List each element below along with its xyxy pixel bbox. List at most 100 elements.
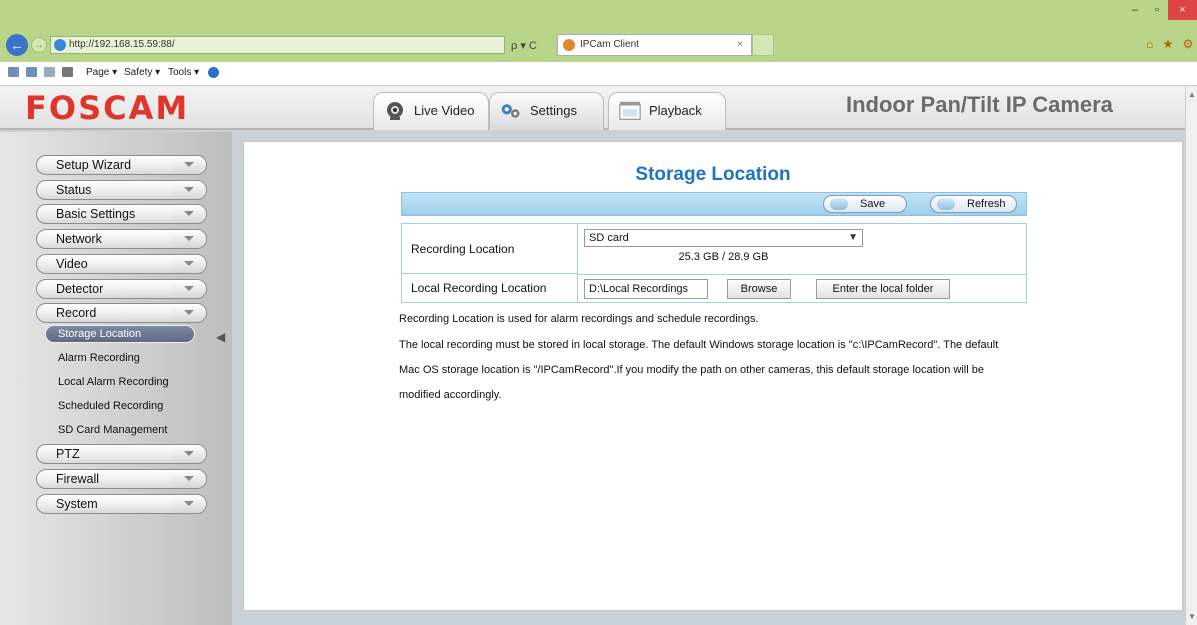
help-text-line: modified accordingly. — [399, 389, 502, 401]
browser-titlebar: – ▫ × — [0, 0, 1197, 28]
sidebar-item-label: Basic Settings — [56, 207, 136, 221]
local-recording-location-label: Local Recording Location — [402, 274, 578, 302]
row-divider — [578, 274, 1026, 275]
scroll-up-icon[interactable]: ▲ — [1188, 90, 1196, 99]
new-tab-button[interactable] — [752, 34, 774, 56]
sidebar-item-label: Firewall — [56, 472, 100, 486]
save-label: Save — [860, 198, 886, 210]
sidebar-item-label: Status — [56, 183, 92, 197]
vertical-scrollbar[interactable]: ▲ ▼ — [1185, 86, 1197, 625]
sidebar-item-label: PTZ — [56, 447, 80, 461]
app-header: FOSCAM Live Video Settings Playback Indo… — [0, 86, 1185, 130]
submenu-item-scheduled-recording[interactable]: Scheduled Recording — [58, 400, 163, 412]
page-menu[interactable]: Page ▾ — [86, 67, 117, 78]
scroll-down-icon[interactable]: ▼ — [1188, 612, 1196, 621]
recording-location-label: Recording Location — [402, 224, 578, 274]
action-toolbar: Save Refresh — [401, 192, 1027, 216]
help-text-line: The local recording must be stored in lo… — [399, 339, 999, 351]
chevron-down-icon — [172, 470, 206, 488]
help-text-line: Recording Location is used for alarm rec… — [399, 313, 759, 325]
tab-playback-label: Playback — [649, 103, 702, 118]
sidebar-item-label: Network — [56, 232, 102, 246]
sidebar-item-status[interactable]: Status — [36, 180, 207, 200]
tab-live-video[interactable]: Live Video — [373, 92, 489, 130]
collapse-arrow-icon[interactable]: ◀ — [216, 330, 225, 344]
chevron-down-icon — [172, 304, 206, 322]
tab-live-video-label: Live Video — [414, 103, 475, 118]
safety-menu[interactable]: Safety ▾ — [124, 67, 160, 78]
sd-capacity-text: 25.3 GB / 28.9 GB — [678, 251, 769, 263]
command-bar: Page ▾ Safety ▾ Tools ▾ — [0, 62, 1197, 86]
browser-navbar: ← → http://192.168.15.59:88/ ρ ▾ C IPCam… — [0, 28, 1197, 62]
maximize-button[interactable]: ▫ — [1146, 0, 1168, 20]
home-favorites-settings-icons[interactable]: ⌂ ★ ⚙ — [1146, 37, 1196, 51]
webcam-icon — [387, 102, 403, 120]
tab-settings[interactable]: Settings — [489, 92, 604, 130]
save-button[interactable]: Save — [823, 195, 907, 213]
tools-menu[interactable]: Tools ▾ — [168, 67, 199, 78]
submenu-item-storage-location[interactable]: Storage Location — [45, 325, 195, 343]
sidebar-item-label: System — [56, 497, 98, 511]
tab-close-icon[interactable]: × — [737, 35, 743, 55]
sidebar-item-ptz[interactable]: PTZ — [36, 444, 207, 464]
recording-location-select[interactable]: SD card ▼ — [584, 229, 863, 247]
sidebar-item-label: Video — [56, 257, 88, 271]
mail-icon[interactable] — [44, 67, 57, 79]
sidebar-item-label: Setup Wizard — [56, 158, 132, 172]
gears-icon — [501, 104, 520, 118]
browser-tab[interactable]: IPCam Client × — [557, 34, 752, 56]
chevron-down-icon — [172, 230, 206, 248]
sidebar-item-label: Detector — [56, 282, 104, 296]
tab-settings-label: Settings — [530, 103, 577, 118]
page-title: Storage Location — [635, 164, 791, 185]
chevron-down-icon — [172, 255, 206, 273]
browse-button[interactable]: Browse — [727, 279, 791, 299]
tab-playback[interactable]: Playback — [608, 92, 726, 130]
submenu-item-sd-card-management[interactable]: SD Card Management — [58, 424, 167, 436]
foscam-logo: FOSCAM — [25, 89, 190, 127]
back-button[interactable]: ← — [6, 34, 28, 56]
chevron-down-icon — [172, 495, 206, 513]
help-icon[interactable] — [208, 67, 219, 80]
refresh-label: Refresh — [967, 198, 1006, 210]
refresh-button[interactable]: Refresh — [930, 195, 1017, 213]
chevron-down-icon: ▼ — [848, 232, 858, 243]
search-refresh-controls[interactable]: ρ ▾ C — [511, 39, 537, 52]
help-text-line: Mac OS storage location is "/IPCamRecord… — [399, 364, 984, 376]
chevron-down-icon — [172, 205, 206, 223]
address-url: http://192.168.15.59:88/ — [69, 39, 175, 50]
save-icon — [830, 198, 848, 210]
sidebar-item-system[interactable]: System — [36, 494, 207, 514]
tab-favicon-icon — [563, 39, 575, 51]
product-title: Indoor Pan/Tilt IP Camera — [846, 92, 1113, 117]
refresh-icon — [937, 198, 955, 210]
sidebar-item-basic-settings[interactable]: Basic Settings — [36, 204, 207, 224]
chevron-down-icon — [172, 156, 206, 174]
sidebar-item-video[interactable]: Video — [36, 254, 207, 274]
submenu-item-local-alarm-recording[interactable]: Local Alarm Recording — [58, 376, 169, 388]
settings-table: Recording Location SD card ▼ 25.3 GB / 2… — [401, 223, 1027, 303]
home-icon[interactable] — [8, 67, 21, 79]
print-icon[interactable] — [62, 67, 75, 79]
sidebar-item-network[interactable]: Network — [36, 229, 207, 249]
enter-local-folder-button[interactable]: Enter the local folder — [816, 279, 950, 299]
minimize-button[interactable]: – — [1124, 0, 1146, 20]
sidebar-item-firewall[interactable]: Firewall — [36, 469, 207, 489]
film-icon — [619, 101, 641, 120]
chevron-down-icon — [172, 181, 206, 199]
forward-button[interactable]: → — [31, 37, 47, 53]
site-icon — [54, 39, 66, 51]
submenu-item-alarm-recording[interactable]: Alarm Recording — [58, 352, 140, 364]
address-bar[interactable]: http://192.168.15.59:88/ — [50, 36, 505, 54]
recording-location-value: SD card — [589, 232, 629, 244]
chevron-down-icon — [172, 280, 206, 298]
sidebar-item-setup-wizard[interactable]: Setup Wizard — [36, 155, 207, 175]
sidebar-item-detector[interactable]: Detector — [36, 279, 207, 299]
feeds-icon[interactable] — [26, 67, 39, 79]
chevron-down-icon — [172, 445, 206, 463]
sidebar-item-label: Record — [56, 306, 97, 320]
local-path-input[interactable]: D:\Local Recordings — [584, 279, 708, 299]
tab-title: IPCam Client — [580, 39, 639, 50]
close-window-button[interactable]: × — [1168, 0, 1197, 20]
sidebar-item-record[interactable]: Record — [36, 303, 207, 323]
